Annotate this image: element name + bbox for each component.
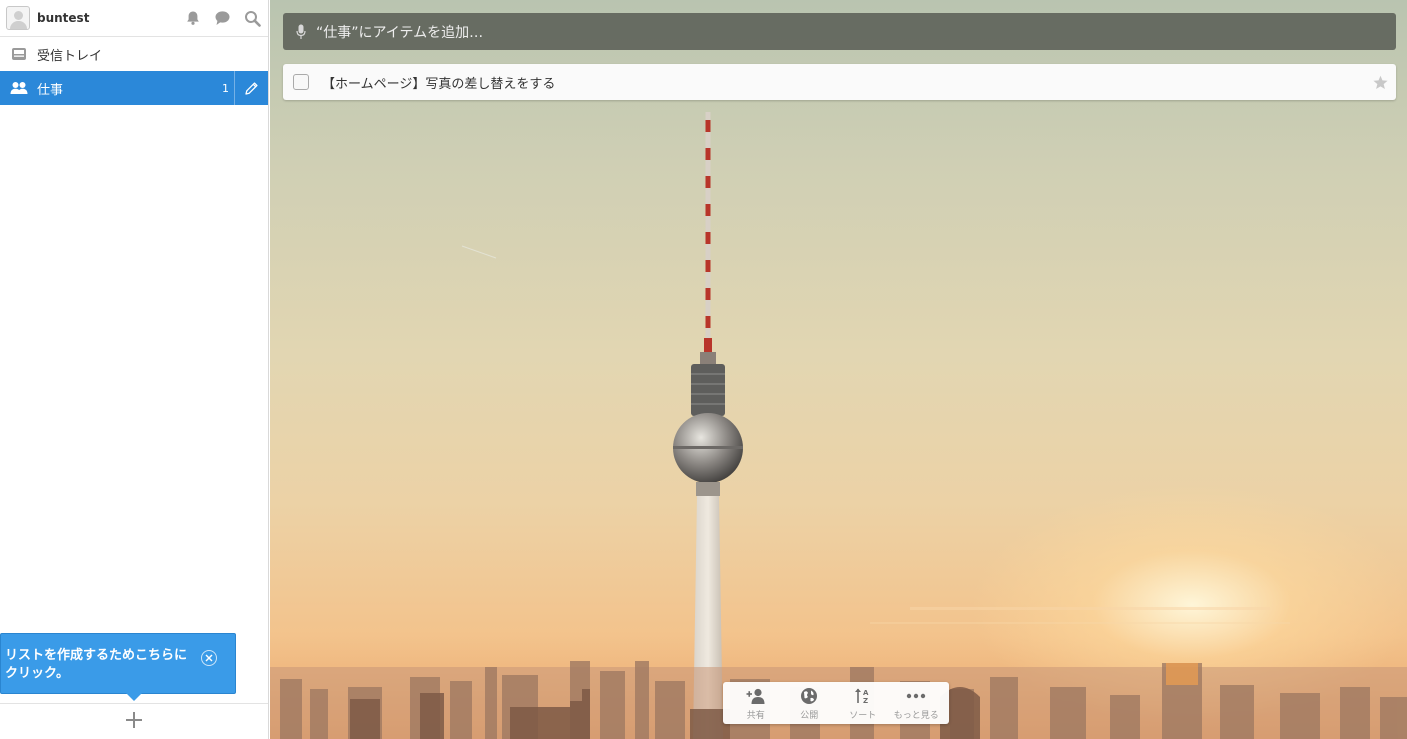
create-list-tooltip[interactable]: リストを作成するためこちらにクリック。: [0, 633, 236, 701]
task-title[interactable]: 【ホームページ】写真の差し替えをする: [322, 73, 1364, 92]
chat-bubble-icon[interactable]: [213, 9, 232, 28]
plus-icon: [124, 710, 144, 734]
task-item[interactable]: 【ホームページ】写真の差し替えをする: [283, 64, 1396, 100]
toolbar-label: ソート: [849, 710, 877, 721]
user-bar: buntest: [0, 0, 268, 37]
avatar[interactable]: [6, 6, 30, 30]
share-button[interactable]: 共有: [730, 686, 782, 721]
sidebar-item-label: 受信トレイ: [37, 48, 103, 64]
sidebar-item-work[interactable]: 仕事 1: [0, 71, 268, 105]
item-count-badge: 1: [222, 81, 229, 95]
search-icon[interactable]: [243, 9, 262, 28]
toolbar-label: 公開: [800, 710, 819, 721]
list-toolbar: 共有 公開 AZ ソート もっと見る: [723, 682, 949, 724]
add-item-placeholder: “仕事”にアイテムを追加…: [316, 24, 484, 41]
add-person-icon: [746, 686, 766, 706]
microphone-icon[interactable]: [295, 23, 307, 41]
background-photo: [461, 112, 1290, 739]
add-item-input[interactable]: “仕事”にアイテムを追加…: [283, 13, 1396, 50]
tooltip-text: リストを作成するためこちらにクリック。: [5, 648, 188, 681]
svg-text:A: A: [863, 689, 869, 697]
svg-text:Z: Z: [863, 697, 868, 705]
more-button[interactable]: もっと見る: [890, 686, 942, 721]
task-checkbox[interactable]: [293, 74, 309, 90]
toolbar-label: もっと見る: [893, 710, 939, 721]
sort-az-icon: AZ: [854, 686, 872, 706]
sidebar-item-label: 仕事: [37, 82, 64, 98]
sidebar: buntest 受信トレイ 仕事 1 リストを作成するためこちらにクリック。: [0, 0, 269, 739]
sidebar-item-inbox[interactable]: 受信トレイ: [0, 37, 268, 71]
edit-list-button[interactable]: [234, 71, 268, 105]
inbox-icon: [10, 46, 28, 62]
close-icon[interactable]: [201, 650, 217, 666]
globe-icon: [800, 686, 818, 706]
more-dots-icon: [906, 686, 926, 706]
task-list-area: “仕事”にアイテムを追加… 【ホームページ】写真の差し替えをする 共有 公開 A…: [270, 0, 1407, 739]
star-icon[interactable]: [1364, 75, 1396, 90]
create-list-button[interactable]: [0, 703, 268, 739]
username[interactable]: buntest: [37, 11, 183, 25]
bell-icon[interactable]: [183, 9, 202, 28]
sort-button[interactable]: AZ ソート: [837, 686, 889, 721]
pencil-icon: [245, 81, 258, 95]
publish-button[interactable]: 公開: [783, 686, 835, 721]
shared-users-icon: [10, 80, 28, 96]
toolbar-label: 共有: [746, 710, 765, 721]
